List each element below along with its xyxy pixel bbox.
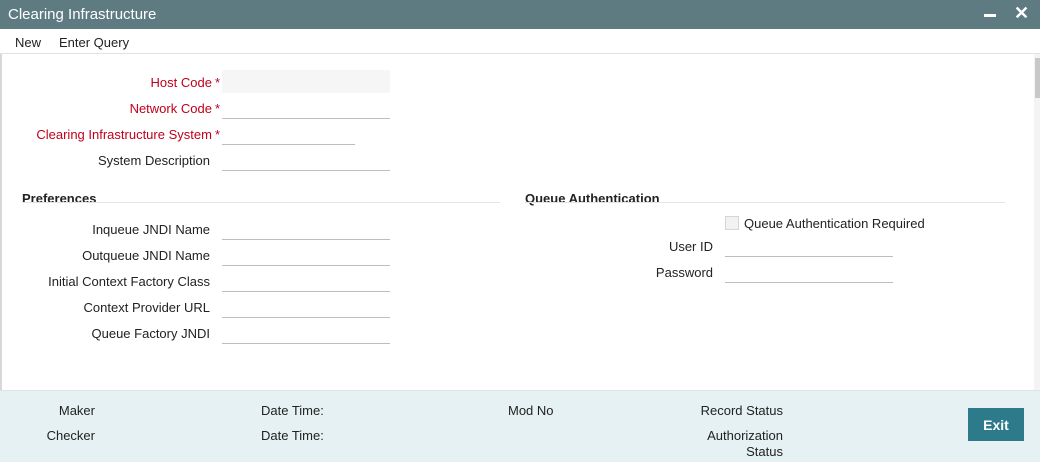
outqueue-jndi-field[interactable] (222, 240, 390, 266)
password-field[interactable] (725, 257, 893, 283)
vertical-scrollbar[interactable] (1034, 54, 1040, 390)
required-mark: * (214, 75, 220, 90)
queue-auth-required-label: Queue Authentication Required (744, 216, 925, 231)
queue-auth-required-checkbox[interactable] (725, 216, 739, 230)
new-menu-item[interactable]: New (15, 35, 41, 50)
system-description-field[interactable] (222, 145, 390, 171)
required-mark: * (214, 127, 220, 142)
queue-authentication-title: Queue Authentication (525, 191, 660, 206)
authorization-status-label: Authorization Status (707, 428, 783, 459)
outqueue-jndi-label: Outqueue JNDI Name (82, 248, 210, 263)
clearing-system-field[interactable] (222, 119, 355, 145)
clearing-system-label: Clearing Infrastructure System * (36, 127, 220, 142)
initial-context-field[interactable] (222, 266, 390, 292)
exit-button[interactable]: Exit (968, 408, 1024, 441)
checker-date-time-label: Date Time: (261, 428, 324, 443)
audit-footer (0, 390, 1040, 462)
enter-query-menu-item[interactable]: Enter Query (59, 35, 129, 50)
record-status-label: Record Status (700, 403, 783, 418)
maker-label: Maker (58, 403, 95, 418)
required-mark: * (214, 101, 220, 116)
network-code-field[interactable] (222, 93, 390, 119)
menu-bar: New Enter Query (0, 29, 1040, 54)
minimize-icon[interactable] (984, 14, 996, 17)
queue-factory-label: Queue Factory JNDI (91, 326, 211, 341)
maker-date-time-label: Date Time: (261, 403, 324, 418)
password-label: Password (655, 265, 713, 280)
queue-factory-field[interactable] (222, 318, 390, 344)
mod-no-label: Mod No (508, 403, 554, 418)
system-description-label: System Description (98, 153, 210, 168)
context-provider-label: Context Provider URL (83, 300, 210, 315)
queue-authentication-divider (525, 202, 1005, 203)
window-title: Clearing Infrastructure (8, 6, 157, 23)
user-id-label: User ID (668, 239, 713, 254)
checker-label: Checker (46, 428, 95, 443)
preferences-title: Preferences (22, 191, 97, 206)
initial-context-label: Initial Context Factory Class (48, 274, 210, 289)
inqueue-jndi-label: Inqueue JNDI Name (92, 222, 210, 237)
left-border (0, 54, 2, 390)
title-bar: Clearing Infrastructure ✕ (0, 0, 1040, 29)
close-icon[interactable]: ✕ (1014, 3, 1029, 24)
host-code-label: Host Code * (150, 75, 220, 90)
user-id-field[interactable] (725, 231, 893, 257)
preferences-divider (22, 202, 500, 203)
network-code-label: Network Code * (129, 101, 220, 116)
context-provider-field[interactable] (222, 292, 390, 318)
inqueue-jndi-field[interactable] (222, 214, 390, 240)
scrollbar-thumb[interactable] (1035, 58, 1040, 98)
